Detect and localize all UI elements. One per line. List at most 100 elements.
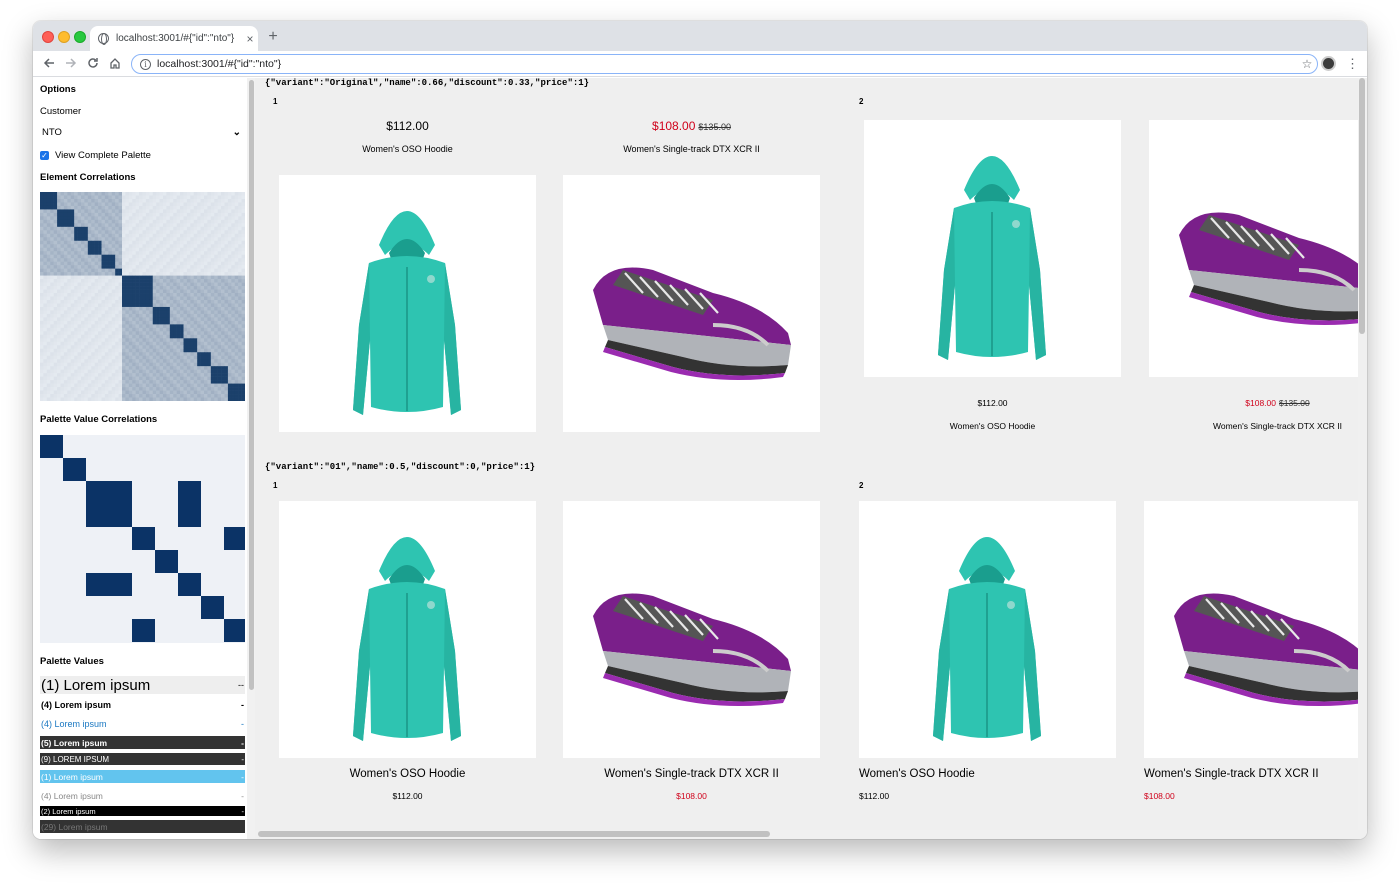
heatmap-cell (125, 306, 130, 311)
heatmap-cell (197, 366, 201, 370)
product-name[interactable]: Women's OSO Hoodie (859, 768, 1116, 780)
menu-kebab-icon[interactable]: ⋮ (1346, 54, 1359, 74)
product-name[interactable]: Women's Single-track DTX XCR II (563, 768, 820, 780)
palette-value-item[interactable]: (4) Lorem ipsum - (40, 698, 245, 712)
heatmap-cell (180, 254, 184, 259)
heatmap-cell (166, 383, 171, 388)
heatmap-cell (234, 209, 239, 214)
heatmap-cell (43, 265, 48, 269)
heatmap-cell (204, 338, 208, 343)
main-horizontal-scrollbar-thumb[interactable] (258, 831, 770, 837)
heatmap-cell (166, 233, 171, 238)
product-name[interactable]: Women's OSO Hoodie (279, 768, 536, 780)
heatmap-cell (67, 373, 72, 377)
heatmap-cell (50, 219, 54, 224)
product-name[interactable]: Women's Single-track DTX XCR II (563, 144, 820, 154)
reload-icon[interactable] (83, 54, 103, 74)
heatmap-cell (224, 362, 229, 367)
heatmap-cell (224, 251, 229, 255)
product-name[interactable]: Women's OSO Hoodie (864, 421, 1121, 431)
main-vertical-scrollbar-thumb[interactable] (1359, 78, 1365, 334)
heatmap-cell (169, 205, 174, 210)
heatmap-cell (166, 282, 171, 287)
heatmap-cell (200, 299, 205, 304)
heatmap-cell (111, 261, 116, 266)
shoe-image[interactable] (563, 501, 820, 758)
customer-select[interactable]: NTO ⌄ (40, 124, 241, 140)
close-window-button[interactable] (42, 31, 54, 43)
heatmap-cell (57, 244, 61, 249)
info-icon[interactable]: i (140, 58, 151, 70)
heatmap-cell (231, 258, 236, 262)
forward-arrow-icon[interactable] (61, 54, 81, 74)
heatmap-cell (241, 313, 245, 318)
heatmap-cell (221, 394, 225, 398)
heatmap-cell (241, 369, 245, 374)
view-palette-checkbox[interactable]: ✓ View Complete Palette (40, 150, 151, 161)
home-icon[interactable] (105, 54, 125, 74)
heatmap-cell (128, 237, 133, 242)
sidebar-scrollbar-thumb[interactable] (249, 80, 254, 690)
product-name[interactable]: Women's Single-track DTX XCR II (1144, 768, 1367, 780)
shoe-image[interactable] (1149, 120, 1367, 377)
palette-value-item[interactable]: (9) LOREM IPSUM - (40, 753, 245, 765)
back-arrow-icon[interactable] (39, 54, 59, 74)
heatmap-cell (241, 251, 245, 255)
hoodie-image[interactable] (279, 501, 536, 758)
heatmap-cell (84, 192, 89, 196)
profile-avatar[interactable] (1321, 56, 1336, 71)
product-name[interactable]: Women's OSO Hoodie (279, 144, 536, 154)
heatmap-cell (115, 247, 119, 252)
heatmap-cell (186, 282, 191, 287)
heatmap-cell (53, 293, 58, 297)
heatmap-cell (122, 373, 126, 377)
shoe-image[interactable] (1144, 501, 1367, 758)
new-tab-button[interactable]: + (263, 28, 283, 46)
palette-value-item[interactable]: (29) Lorem ipsum (40, 820, 245, 833)
palette-value-item[interactable]: (5) Lorem ipsum - (40, 736, 245, 749)
heatmap-cell (224, 212, 229, 217)
heatmap-cell (183, 233, 188, 238)
tab-close-icon[interactable]: × (242, 32, 258, 46)
group-number: 2 (859, 481, 864, 490)
palette-value-item[interactable]: (4) Lorem ipsum - (40, 789, 245, 802)
heatmap-cell (125, 240, 130, 245)
heatmap-cell (60, 376, 65, 381)
heatmap-cell (149, 310, 154, 315)
heatmap-cell (149, 289, 154, 294)
heatmap-cell (149, 313, 154, 318)
shoe-image[interactable] (563, 175, 820, 432)
heatmap-cell (234, 226, 239, 231)
heatmap-cell (241, 258, 245, 262)
minimize-window-button[interactable] (58, 31, 70, 43)
heatmap-cell (125, 380, 130, 384)
heatmap-cell (183, 383, 188, 388)
bookmark-star-icon[interactable]: ☆ (1297, 57, 1317, 71)
heatmap-cell (180, 265, 184, 269)
heatmap-cell (142, 247, 147, 252)
heatmap-cell (210, 233, 215, 238)
heatmap-cell (98, 320, 102, 325)
address-bar[interactable]: i localhost:3001/#{"id":"nto"} ☆ (131, 54, 1318, 74)
heatmap-cell (104, 296, 109, 301)
heatmap-cell (190, 198, 195, 203)
product-name[interactable]: Women's Single-track DTX XCR II (1149, 421, 1367, 431)
hoodie-image[interactable] (279, 175, 536, 432)
zoom-window-button[interactable] (74, 31, 86, 43)
palette-value-item[interactable]: (1) Lorem ipsum -- (40, 676, 245, 694)
heatmap-cell (176, 219, 181, 224)
browser-tab[interactable]: localhost:3001/#{"id":"nto"} × (90, 26, 258, 51)
hoodie-image[interactable] (859, 501, 1116, 758)
hoodie-image[interactable] (864, 120, 1121, 377)
heatmap-cell (81, 282, 85, 287)
heatmap-cell (70, 233, 75, 238)
palette-value-item[interactable]: (2) Lorem ipsum - (40, 806, 245, 816)
heatmap-cell (74, 296, 78, 301)
heatmap-cell (84, 258, 89, 262)
heatmap-cell (142, 230, 147, 235)
palette-value-item[interactable]: (4) Lorem ipsum - (40, 717, 245, 731)
heatmap-cell (193, 394, 198, 398)
palette-value-item[interactable]: (1) Lorem ipsum - (40, 770, 245, 783)
heatmap-cell (224, 355, 229, 360)
heatmap-cell (186, 237, 191, 242)
